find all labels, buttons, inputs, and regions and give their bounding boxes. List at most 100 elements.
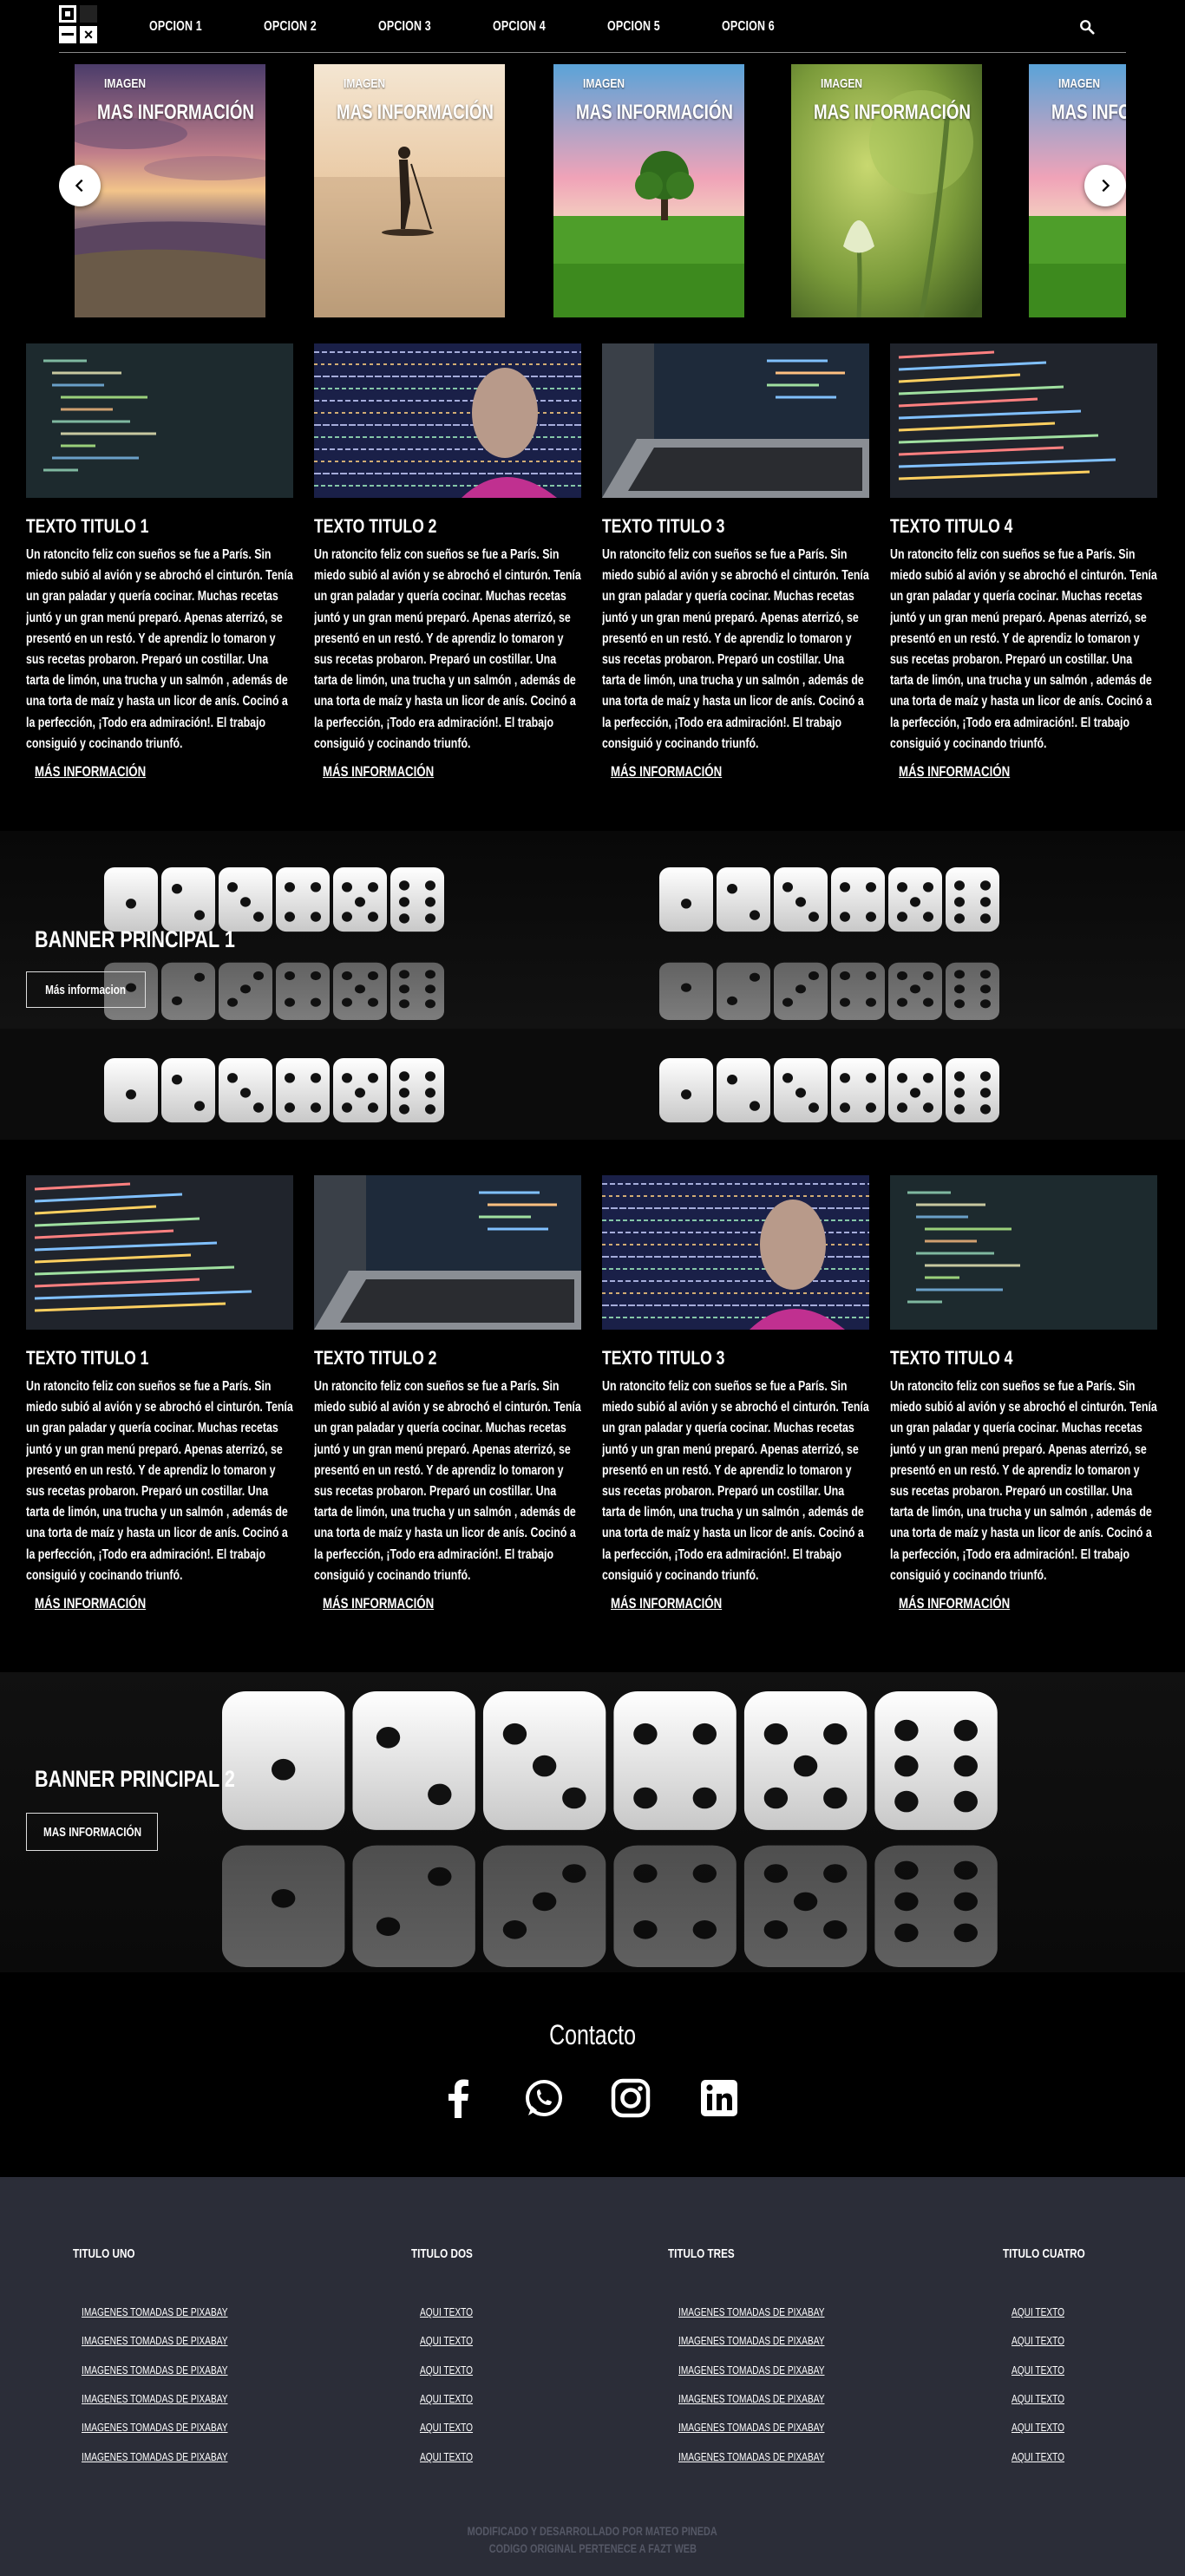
- more-info-link[interactable]: MÁS INFORMACIÓN: [323, 1595, 434, 1612]
- footer-link[interactable]: IMAGENES TOMADAS DE PIXABAY: [82, 2392, 227, 2405]
- dice-image: [222, 1691, 998, 1967]
- info-card: TEXTO TITULO 3 Un ratoncito feliz con su…: [602, 343, 869, 780]
- banner-title: BANNER PRINCIPAL 1: [35, 926, 235, 952]
- carousel-slide[interactable]: IMAGEN MAS INFORMACIÓN: [791, 64, 982, 317]
- info-card: TEXTO TITULO 4 Un ratoncito feliz con su…: [890, 343, 1157, 780]
- site-header: × OPCION 1 OPCION 2 OPCION 3 OPCION 4 OP…: [0, 0, 1185, 56]
- footer-link[interactable]: IMAGENES TOMADAS DE PIXABAY: [678, 2364, 824, 2377]
- linkedin-icon[interactable]: [696, 2075, 743, 2122]
- contact-section: Contacto: [0, 1972, 1185, 2177]
- image-carousel: IMAGEN MAS INFORMACIÓN IMAGEN MAS INFORM…: [59, 62, 1126, 319]
- slide-title: MAS INFORMACIÓN: [814, 101, 971, 124]
- footer-link[interactable]: IMAGENES TOMADAS DE PIXABAY: [82, 2364, 227, 2377]
- nav-opcion-2[interactable]: OPCION 2: [264, 19, 317, 35]
- more-info-link[interactable]: MÁS INFORMACIÓN: [899, 1595, 1010, 1612]
- nav-opcion-1[interactable]: OPCION 1: [149, 19, 202, 35]
- footer-link[interactable]: IMAGENES TOMADAS DE PIXABAY: [82, 2421, 227, 2434]
- card-title: TEXTO TITULO 4: [890, 1347, 1013, 1369]
- carousel-slide[interactable]: IMAGEN MAS INFORMACIÓN: [314, 64, 505, 317]
- footer-link[interactable]: AQUI TEXTO: [1012, 2305, 1064, 2318]
- nav-opcion-3[interactable]: OPCION 3: [378, 19, 431, 35]
- footer-link[interactable]: AQUI TEXTO: [420, 2450, 473, 2463]
- footer-link[interactable]: AQUI TEXTO: [420, 2305, 473, 2318]
- card-title: TEXTO TITULO 4: [890, 515, 1013, 537]
- facebook-icon[interactable]: [435, 2075, 482, 2122]
- card-title: TEXTO TITULO 3: [602, 1347, 725, 1369]
- digital-face-image: [314, 343, 581, 498]
- card-body: Un ratoncito feliz con sueños se fue a P…: [26, 1379, 293, 1583]
- carousel-slide[interactable]: IMAGEN MAS INFORMACIÓN: [75, 64, 265, 317]
- card-body: Un ratoncito feliz con sueños se fue a P…: [602, 1379, 869, 1583]
- footer-link[interactable]: AQUI TEXTO: [1012, 2421, 1064, 2434]
- site-logo[interactable]: ×: [59, 5, 101, 45]
- footer-link[interactable]: AQUI TEXTO: [420, 2334, 473, 2347]
- carousel-prev-button[interactable]: [59, 165, 101, 206]
- footer-link[interactable]: AQUI TEXTO: [1012, 2364, 1064, 2377]
- slide-label: IMAGEN: [104, 76, 146, 91]
- footer-link[interactable]: IMAGENES TOMADAS DE PIXABAY: [678, 2334, 824, 2347]
- banner-principal-2: BANNER PRINCIPAL 2 MAS INFORMACIÓN: [0, 1672, 1185, 1972]
- nav-opcion-6[interactable]: OPCION 6: [722, 19, 775, 35]
- search-icon[interactable]: [1079, 19, 1095, 35]
- nav-opcion-4[interactable]: OPCION 4: [493, 19, 546, 35]
- footer-link[interactable]: AQUI TEXTO: [1012, 2334, 1064, 2347]
- banner-principal-1: BANNER PRINCIPAL 1 Más informacion: [0, 831, 1185, 1029]
- footer-link[interactable]: AQUI TEXTO: [1012, 2392, 1064, 2405]
- more-info-link[interactable]: MÁS INFORMACIÓN: [323, 763, 434, 781]
- slide-label: IMAGEN: [1058, 76, 1100, 91]
- card-body: Un ratoncito feliz con sueños se fue a P…: [602, 547, 869, 751]
- more-info-link[interactable]: MÁS INFORMACIÓN: [35, 1595, 146, 1612]
- footer-link[interactable]: AQUI TEXTO: [1012, 2450, 1064, 2463]
- card-title: TEXTO TITULO 3: [602, 515, 725, 537]
- slide-title: MAS INFORMACIÓN: [576, 101, 733, 124]
- whatsapp-icon[interactable]: [520, 2075, 567, 2122]
- footer-link[interactable]: IMAGENES TOMADAS DE PIXABAY: [82, 2450, 227, 2463]
- banner-more-button[interactable]: Más informacion: [26, 971, 146, 1008]
- footer-link[interactable]: IMAGENES TOMADAS DE PIXABAY: [82, 2305, 227, 2318]
- credit-line: MODIFICADO Y DESARROLLADO POR MATEO PINE…: [467, 2524, 718, 2538]
- header-divider: [59, 52, 1126, 53]
- card-body: Un ratoncito feliz con sueños se fue a P…: [26, 547, 293, 751]
- banner-more-button[interactable]: MAS INFORMACIÓN: [26, 1813, 158, 1851]
- footer-column-title: TITULO UNO: [73, 2246, 135, 2261]
- card-body: Un ratoncito feliz con sueños se fue a P…: [890, 1379, 1157, 1583]
- card-title: TEXTO TITULO 1: [26, 515, 149, 537]
- dice-strip: [0, 1029, 1185, 1140]
- card-body: Un ratoncito feliz con sueños se fue a P…: [314, 1379, 581, 1583]
- footer-link[interactable]: IMAGENES TOMADAS DE PIXABAY: [678, 2392, 824, 2405]
- info-card: TEXTO TITULO 4 Un ratoncito feliz con su…: [890, 1175, 1157, 1612]
- carousel-slide[interactable]: IMAGEN MAS INFORMACIÓN: [553, 64, 744, 317]
- site-footer: TITULO UNO IMAGENES TOMADAS DE PIXABAY I…: [0, 2177, 1185, 2576]
- card-title: TEXTO TITULO 1: [26, 1347, 149, 1369]
- footer-link[interactable]: AQUI TEXTO: [420, 2392, 473, 2405]
- info-card: TEXTO TITULO 2 Un ratoncito feliz con su…: [314, 343, 581, 780]
- card-title: TEXTO TITULO 2: [314, 515, 437, 537]
- card-title: TEXTO TITULO 2: [314, 1347, 437, 1369]
- more-info-link[interactable]: MÁS INFORMACIÓN: [611, 1595, 722, 1612]
- credit-line: CODIGO ORIGINAL PERTENECE A FAZT WEB: [488, 2541, 697, 2555]
- info-card: TEXTO TITULO 1 Un ratoncito feliz con su…: [26, 1175, 293, 1612]
- more-info-link[interactable]: MÁS INFORMACIÓN: [899, 763, 1010, 781]
- chevron-left-icon: [75, 179, 83, 193]
- slide-title: MAS INFORMACIÓN: [337, 101, 494, 124]
- footer-link[interactable]: IMAGENES TOMADAS DE PIXABAY: [678, 2450, 824, 2463]
- banner-title: BANNER PRINCIPAL 2: [35, 1766, 235, 1792]
- slide-title: MAS INFORMACIÓN: [1051, 101, 1126, 124]
- digital-face-image: [602, 1175, 869, 1330]
- footer-link[interactable]: AQUI TEXTO: [420, 2364, 473, 2377]
- instagram-icon[interactable]: [607, 2075, 654, 2122]
- footer-link[interactable]: IMAGENES TOMADAS DE PIXABAY: [82, 2334, 227, 2347]
- footer-column-title: TITULO TRES: [668, 2246, 735, 2261]
- nav-opcion-5[interactable]: OPCION 5: [607, 19, 660, 35]
- slide-title: MAS INFORMACIÓN: [97, 101, 254, 124]
- carousel-next-button[interactable]: [1084, 165, 1126, 206]
- card-body: Un ratoncito feliz con sueños se fue a P…: [890, 547, 1157, 751]
- footer-link[interactable]: IMAGENES TOMADAS DE PIXABAY: [678, 2305, 824, 2318]
- code-screen-image: [26, 343, 293, 498]
- more-info-link[interactable]: MÁS INFORMACIÓN: [35, 763, 146, 781]
- footer-link[interactable]: IMAGENES TOMADAS DE PIXABAY: [678, 2421, 824, 2434]
- code-screen-image: [890, 343, 1157, 498]
- footer-link[interactable]: AQUI TEXTO: [420, 2421, 473, 2434]
- slide-label: IMAGEN: [344, 76, 385, 91]
- more-info-link[interactable]: MÁS INFORMACIÓN: [611, 763, 722, 781]
